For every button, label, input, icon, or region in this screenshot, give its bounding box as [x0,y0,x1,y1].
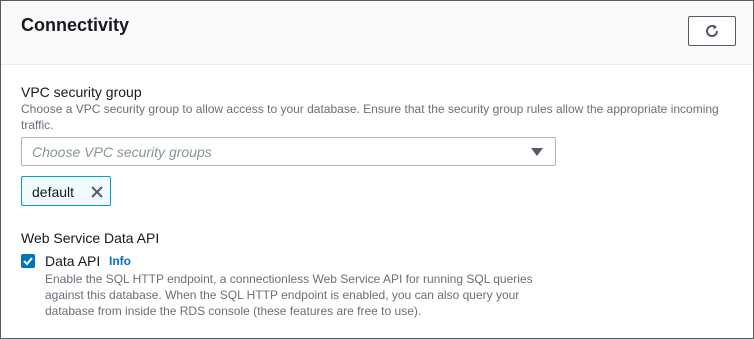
vpc-select-placeholder: Choose VPC security groups [32,144,212,160]
checkmark-icon [23,257,33,266]
refresh-button[interactable] [688,16,736,46]
info-link[interactable]: Info [109,254,131,268]
data-api-description-line-1: Enable the SQL HTTP endpoint, a connecti… [45,272,533,286]
selected-group-token: default [21,176,111,206]
vpc-security-group-select[interactable]: Choose VPC security groups [21,137,556,166]
data-api-checkbox[interactable] [21,254,35,268]
web-service-data-api-label: Web Service Data API [21,230,160,246]
data-api-description-line-3: database from inside the RDS console (th… [45,304,422,318]
close-icon[interactable] [89,184,105,200]
data-api-description-line-2: against this database. When the SQL HTTP… [45,288,520,302]
refresh-icon [706,24,719,37]
vpc-description-line-2: traffic. [21,118,54,132]
panel-header: Connectivity [1,1,753,65]
vpc-description-line-1: Choose a VPC security group to allow acc… [21,102,719,116]
data-api-checkbox-label[interactable]: Data API [45,253,100,269]
panel-title: Connectivity [21,15,130,35]
token-label: default [32,184,75,200]
caret-down-icon [531,148,543,156]
vpc-security-group-label: VPC security group [21,84,142,100]
connectivity-panel: Connectivity VPC security group Choose a… [0,0,754,339]
